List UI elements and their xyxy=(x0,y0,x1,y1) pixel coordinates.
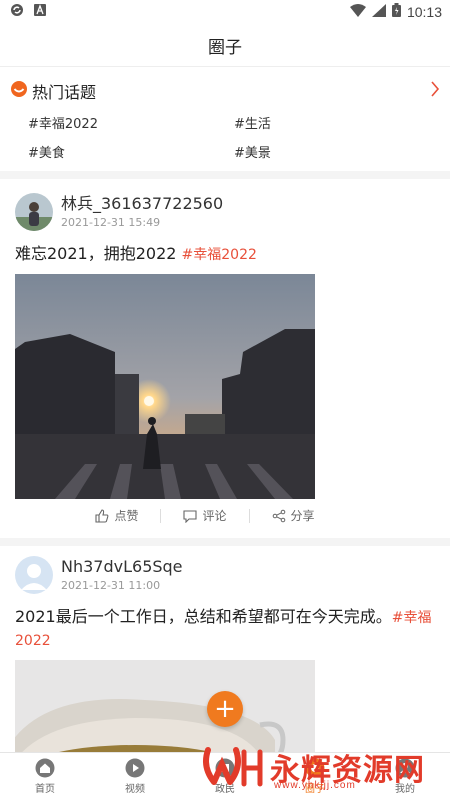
comment-icon xyxy=(183,509,198,523)
post-time: 2021-12-31 11:00 xyxy=(61,579,161,592)
tab-label: 政民 xyxy=(215,784,235,795)
share-label: 分享 xyxy=(290,509,315,523)
post-image[interactable] xyxy=(15,274,315,499)
tab-label: 视频 xyxy=(125,784,145,795)
post-card: 林兵_361637722560 2021-12-31 15:49 难忘2021，… xyxy=(0,179,450,546)
tab-circle[interactable]: 圈子 xyxy=(285,758,345,795)
tab-home[interactable]: 首页 xyxy=(15,758,75,795)
home-icon xyxy=(35,758,55,778)
topic-item[interactable]: #美食 xyxy=(28,142,234,161)
post-actions: 点赞 评论 分享 xyxy=(0,499,435,538)
notification-a-icon xyxy=(34,4,46,20)
post-text: 难忘2021，拥抱2022 #幸福2022 xyxy=(15,243,435,266)
avatar[interactable] xyxy=(15,556,53,594)
post-username[interactable]: 林兵_361637722560 xyxy=(61,195,223,213)
tab-government[interactable]: 政民 xyxy=(195,758,255,795)
sync-icon xyxy=(10,3,24,21)
topic-item[interactable]: #生活 xyxy=(234,113,440,132)
tab-label: 圈子 xyxy=(305,784,325,795)
share-icon xyxy=(272,509,285,522)
divider xyxy=(160,508,162,523)
post-time: 2021-12-31 15:49 xyxy=(61,216,161,229)
divider xyxy=(248,508,250,523)
battery-icon xyxy=(391,3,401,21)
tab-label: 我的 xyxy=(395,784,415,795)
hot-topics-title: 热门话题 xyxy=(32,83,97,102)
hot-topic-icon xyxy=(10,80,28,102)
like-button[interactable]: 点赞 xyxy=(95,507,138,524)
clock: 10:13 xyxy=(406,4,442,20)
chevron-right-icon[interactable] xyxy=(430,81,440,101)
bottom-tab-bar: 首页 视频 政民 圈子 我的 xyxy=(0,752,450,800)
section-divider xyxy=(0,538,450,546)
signal-icon xyxy=(371,3,386,21)
tab-label: 首页 xyxy=(35,784,55,795)
circle-icon xyxy=(305,758,325,778)
comment-label: 评论 xyxy=(202,509,227,523)
post-body: 2021最后一个工作日，总结和希望都可在今天完成。 xyxy=(15,607,392,626)
page-title: 圈子 xyxy=(208,37,242,58)
status-bar: 10:13 xyxy=(0,0,450,24)
post-card: Nh37dvL65Sqe 2021-12-31 11:00 2021最后一个工作… xyxy=(0,546,450,780)
thumbs-up-icon xyxy=(95,508,109,523)
plus-icon: + xyxy=(214,694,236,724)
government-icon xyxy=(215,758,235,778)
post-text: 2021最后一个工作日，总结和希望都可在今天完成。#幸福2022 xyxy=(15,606,435,652)
user-icon xyxy=(395,758,415,778)
page-title-bar: 圈子 xyxy=(0,24,450,67)
like-label: 点赞 xyxy=(114,509,139,523)
wifi-icon xyxy=(349,3,366,21)
add-post-button[interactable]: + xyxy=(207,691,243,727)
topic-item[interactable]: #幸福2022 xyxy=(28,113,234,132)
share-button[interactable]: 分享 xyxy=(272,507,315,524)
comment-button[interactable]: 评论 xyxy=(183,507,227,524)
topic-item[interactable]: #美景 xyxy=(234,142,440,161)
tab-video[interactable]: 视频 xyxy=(105,758,165,795)
hot-topics-section: 热门话题 #幸福2022 #生活 #美食 #美景 xyxy=(0,67,450,179)
post-tag[interactable]: #幸福2022 xyxy=(182,247,257,263)
tab-profile[interactable]: 我的 xyxy=(375,758,435,795)
hot-topics-header[interactable]: 热门话题 xyxy=(10,79,440,103)
play-icon xyxy=(125,758,145,778)
post-username[interactable]: Nh37dvL65Sqe xyxy=(61,558,183,576)
avatar[interactable] xyxy=(15,193,53,231)
post-body: 难忘2021，拥抱2022 xyxy=(15,244,182,263)
